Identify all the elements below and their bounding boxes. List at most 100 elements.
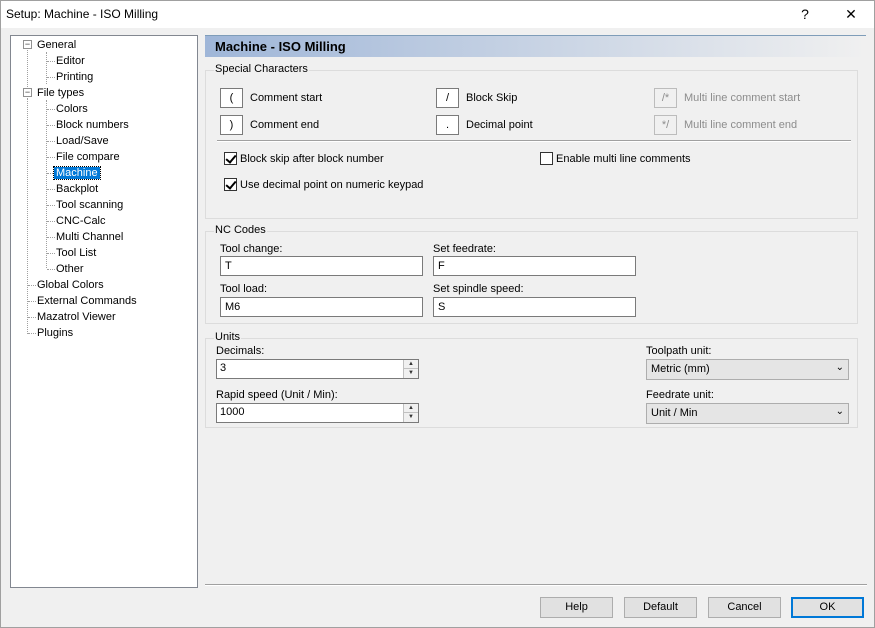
toolpath-unit-label: Toolpath unit: bbox=[646, 345, 712, 357]
tree-item-label: Mazatrol Viewer bbox=[37, 311, 116, 323]
feedrate-unit-label: Feedrate unit: bbox=[646, 389, 714, 401]
tool-load-field[interactable]: M6 bbox=[220, 297, 423, 317]
tree-item-label: Load/Save bbox=[56, 135, 109, 147]
decimal-point-label: Decimal point bbox=[466, 119, 533, 131]
chevron-down-icon[interactable]: ⌄ bbox=[836, 406, 844, 417]
tree-item-external-commands[interactable]: External Commands bbox=[35, 294, 139, 309]
spin-down-icon[interactable]: ▼ bbox=[403, 413, 418, 422]
help-icon[interactable]: ? bbox=[783, 1, 827, 28]
tree-item-global-colors[interactable]: Global Colors bbox=[35, 278, 106, 293]
decimals-stepper[interactable]: 3 ▲ ▼ bbox=[216, 359, 419, 379]
tool-change-field[interactable]: T bbox=[220, 256, 423, 276]
tree-item-tool-list[interactable]: Tool List bbox=[54, 246, 98, 261]
multi-line-comments-checkbox-label[interactable]: Enable multi line comments bbox=[556, 153, 691, 165]
tree-item-label: Editor bbox=[56, 55, 85, 67]
spin-up-icon[interactable]: ▲ bbox=[403, 360, 418, 369]
block-skip-label: Block Skip bbox=[466, 92, 518, 104]
toolpath-unit-select[interactable]: Metric (mm) ⌄ bbox=[646, 359, 849, 380]
tree-item-label: Other bbox=[56, 263, 84, 275]
feedrate-unit-select[interactable]: Unit / Min ⌄ bbox=[646, 403, 849, 424]
toolpath-unit-value: Metric (mm) bbox=[651, 363, 710, 375]
tree-item-label: External Commands bbox=[37, 295, 137, 307]
chevron-down-icon[interactable]: ⌄ bbox=[836, 362, 844, 373]
decimal-keypad-checkbox[interactable] bbox=[224, 178, 237, 191]
decimals-value[interactable]: 3 bbox=[220, 362, 226, 374]
tool-load-label: Tool load: bbox=[220, 283, 268, 295]
help-button[interactable]: Help bbox=[540, 597, 613, 618]
block-skip-checkbox-label[interactable]: Block skip after block number bbox=[240, 153, 384, 165]
tree-item-load-save[interactable]: Load/Save bbox=[54, 134, 111, 149]
tree-item-label: Block numbers bbox=[56, 119, 129, 131]
close-icon[interactable]: ✕ bbox=[829, 1, 873, 28]
tree-item-label: Colors bbox=[56, 103, 88, 115]
setup-dialog: Setup: Machine - ISO Milling ? ✕ − − Gen… bbox=[0, 0, 875, 628]
tree-item-backplot[interactable]: Backplot bbox=[54, 182, 100, 197]
comment-start-label: Comment start bbox=[250, 92, 323, 104]
multi-line-end-label: Multi line comment end bbox=[684, 119, 798, 131]
rapid-speed-value[interactable]: 1000 bbox=[220, 406, 244, 418]
spin-down-icon[interactable]: ▼ bbox=[403, 369, 418, 378]
tree-item-editor[interactable]: Editor bbox=[54, 54, 87, 69]
multi-line-start-char: /* bbox=[654, 88, 677, 108]
tree-item-label: Tool scanning bbox=[56, 199, 124, 211]
multi-line-end-char: */ bbox=[654, 115, 677, 135]
tree-item-file-compare[interactable]: File compare bbox=[54, 150, 122, 165]
page-title: Machine - ISO Milling bbox=[215, 39, 346, 54]
spin-up-icon[interactable]: ▲ bbox=[403, 404, 418, 413]
group-title: Units bbox=[214, 331, 242, 343]
set-spindle-speed-field[interactable]: S bbox=[433, 297, 636, 317]
comment-start-char[interactable]: ( bbox=[220, 88, 243, 108]
block-skip-checkbox[interactable] bbox=[224, 152, 237, 165]
cancel-button[interactable]: Cancel bbox=[708, 597, 781, 618]
window-title: Setup: Machine - ISO Milling bbox=[6, 7, 159, 21]
decimal-point-char[interactable]: . bbox=[436, 115, 459, 135]
settings-tree[interactable]: − − General Editor Printing File types C… bbox=[10, 35, 198, 588]
tree-item-file-types[interactable]: File types bbox=[35, 86, 86, 101]
tree-item-general[interactable]: General bbox=[35, 38, 78, 53]
separator bbox=[217, 140, 851, 142]
set-spindle-speed-label: Set spindle speed: bbox=[433, 283, 524, 295]
collapse-file-types-icon[interactable]: − bbox=[23, 88, 32, 97]
group-title: Special Characters bbox=[214, 63, 309, 75]
tree-item-cnc-calc[interactable]: CNC-Calc bbox=[54, 214, 108, 229]
tree-item-label: CNC-Calc bbox=[56, 215, 106, 227]
comment-end-label: Comment end bbox=[250, 119, 320, 131]
tree-item-printing[interactable]: Printing bbox=[54, 70, 95, 85]
tree-item-label: Backplot bbox=[56, 183, 99, 195]
page-header: Machine - ISO Milling bbox=[205, 35, 866, 57]
rapid-speed-label: Rapid speed (Unit / Min): bbox=[216, 389, 338, 401]
tree-item-multi-channel[interactable]: Multi Channel bbox=[54, 230, 125, 245]
tree-item-colors[interactable]: Colors bbox=[54, 102, 90, 117]
multi-line-start-label: Multi line comment start bbox=[684, 92, 801, 104]
tree-item-label: Multi Channel bbox=[56, 231, 124, 243]
feedrate-unit-value: Unit / Min bbox=[651, 407, 698, 419]
tree-item-mazatrol-viewer[interactable]: Mazatrol Viewer bbox=[35, 310, 118, 325]
group-title: NC Codes bbox=[214, 224, 267, 236]
tree-item-label: Tool List bbox=[56, 247, 97, 259]
title-bar: Setup: Machine - ISO Milling ? ✕ bbox=[1, 1, 874, 28]
tree-item-other[interactable]: Other bbox=[54, 262, 86, 277]
tree-item-label: Printing bbox=[56, 71, 94, 83]
tree-item-label: Global Colors bbox=[37, 279, 104, 291]
tree-item-label: Machine bbox=[53, 166, 101, 180]
tree-item-tool-scanning[interactable]: Tool scanning bbox=[54, 198, 125, 213]
tree-item-label: General bbox=[37, 39, 77, 51]
set-feedrate-label: Set feedrate: bbox=[433, 243, 496, 255]
tree-item-label: File types bbox=[37, 87, 85, 99]
rapid-speed-stepper[interactable]: 1000 ▲ ▼ bbox=[216, 403, 419, 423]
tree-item-label: Plugins bbox=[37, 327, 74, 339]
set-feedrate-field[interactable]: F bbox=[433, 256, 636, 276]
default-button[interactable]: Default bbox=[624, 597, 697, 618]
multi-line-comments-checkbox[interactable] bbox=[540, 152, 553, 165]
collapse-general-icon[interactable]: − bbox=[23, 40, 32, 49]
tool-change-label: Tool change: bbox=[220, 243, 283, 255]
comment-end-char[interactable]: ) bbox=[220, 115, 243, 135]
ok-button[interactable]: OK bbox=[791, 597, 864, 618]
decimal-keypad-checkbox-label[interactable]: Use decimal point on numeric keypad bbox=[240, 179, 423, 191]
decimals-label: Decimals: bbox=[216, 345, 265, 357]
block-skip-char[interactable]: / bbox=[436, 88, 459, 108]
footer-separator bbox=[205, 584, 867, 586]
tree-item-machine[interactable]: Machine bbox=[53, 166, 101, 181]
tree-item-block-numbers[interactable]: Block numbers bbox=[54, 118, 131, 133]
tree-item-plugins[interactable]: Plugins bbox=[35, 326, 75, 341]
